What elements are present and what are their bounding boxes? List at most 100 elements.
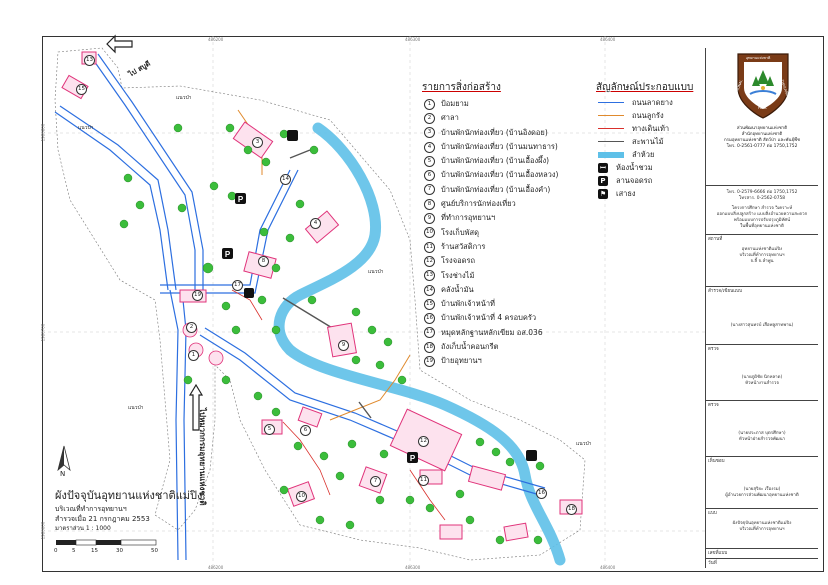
approve-section: เห็นชอบ (นายสุริยะ เรืองรม) ผู้อำนวยการส… (706, 456, 818, 509)
scale-tick: 30 (116, 548, 123, 554)
toilet-icon: ꟷ (598, 162, 608, 173)
facility-number: 6 (424, 170, 435, 182)
survey-date: สำรวจเมื่อ 21 กรกฎาคม 2553 (55, 515, 150, 523)
facility-number: 12 (424, 255, 435, 267)
facility-row: 8 ศูนย์บริการนักท่องเที่ยว (424, 197, 558, 211)
facility-number: 13 (424, 270, 435, 282)
north-letter: N (60, 470, 66, 478)
facility-number: 7 (424, 184, 435, 196)
north-arrow (57, 445, 71, 472)
facility-number: 11 (424, 241, 435, 253)
map-marker-3[interactable]: 3 (252, 137, 263, 148)
national-park-logo: อุทยานแห่งชาติ NATIONAL THAILAND PARK (732, 48, 794, 120)
facility-name: ป้อมยาม (441, 99, 469, 108)
facility-row: 12 โรงจอดรถ (424, 254, 558, 268)
facility-name: บ้านพักนักท่องเที่ยว (บ้านเอื้องคำ) (441, 184, 551, 194)
symbols-title: สัญลักษณ์ประกอบแบบ (596, 82, 694, 93)
facility-name: บ้านพักนักท่องเที่ยว (บ้านเอื้องผึ้ง) (441, 156, 550, 166)
footpaths (231, 289, 446, 521)
date-section: วันที่ (706, 558, 818, 569)
facility-name: ที่ทำการอุทยานฯ (441, 213, 496, 223)
symbol-row-footpath: ทางเดินเท้า (598, 122, 673, 135)
symbol-row-flag: ⚑ เสาธง (598, 188, 636, 199)
facility-number: 8 (424, 198, 435, 210)
symbol-row-parking: P ลานจอดรถ (598, 174, 673, 187)
scale-text: มาตราส่วน 1 : 1000 (55, 525, 111, 532)
map-marker-13[interactable]: 13 (84, 55, 95, 66)
facility-name: โรงช่างไม้ (441, 270, 475, 280)
facility-row: 11 ร้านสวัสดิการ (424, 240, 558, 254)
map-marker-9[interactable]: 9 (338, 340, 349, 351)
facility-number: 5 (424, 155, 435, 167)
facility-name: คลังน้ำมัน (441, 284, 474, 294)
facilities-list: 1 ป้อมยาม 2 ศาลา 3 บ้านพักนักท่องเที่ยว (บ้… (424, 97, 558, 369)
symbol-row-stream: ลำห้วย (598, 148, 673, 161)
map-marker-17[interactable]: 17 (232, 280, 243, 291)
facility-row: 6 บ้านพักนักท่องเที่ยว (บ้านเอื้องหลวง) (424, 168, 558, 182)
facility-number: 16 (424, 313, 435, 325)
facility-name: ถังเก็บน้ำคอนกรีต (441, 342, 499, 352)
map-marker-15[interactable]: 15 (76, 84, 87, 95)
map-marker-18[interactable]: 18 (566, 504, 577, 515)
facility-name: ศูนย์บริการนักท่องเที่ยว (441, 199, 516, 209)
map-marker-6[interactable]: 6 (300, 425, 311, 436)
map-marker-16[interactable]: 16 (536, 488, 547, 499)
facility-name: หมุดหลักฐานหลักเขียม อส.036 (441, 327, 543, 337)
facility-number: 3 (424, 127, 435, 139)
title-block: ผังปัจจุบันอุทยานแห่งชาติแม่ปิง บริเวณที… (55, 486, 202, 534)
facility-row: 19 ป้ายอุทยานฯ (424, 354, 558, 368)
scale-tick: 5 (72, 548, 76, 554)
facility-row: 5 บ้านพักนักท่องเที่ยว (บ้านเอื้องผึ้ง) (424, 154, 558, 168)
map-marker-12[interactable]: 12 (418, 436, 429, 447)
title-panel: อุทยานแห่งชาติ NATIONAL THAILAND PARK ส่… (705, 48, 818, 568)
facility-row: 4 บ้านพักนักท่องเที่ยว (บ้านมนทาธาร) (424, 140, 558, 154)
facility-row: 7 บ้านพักนักท่องเที่ยว (บ้านเอื้องคำ) (424, 183, 558, 197)
scale-tick: 15 (91, 548, 98, 554)
map-marker-4[interactable]: 4 (310, 218, 321, 229)
facility-number: 4 (424, 141, 435, 153)
forest-label-1: แนวป่า (176, 95, 192, 101)
map-marker-7[interactable]: 7 (370, 476, 381, 487)
map-marker-8[interactable]: 8 (258, 256, 269, 267)
facility-number: 19 (424, 355, 435, 367)
map-marker-5[interactable]: 5 (264, 424, 275, 435)
symbol-row-toilet: ꟷ ห้องน้ำชวม (598, 161, 673, 174)
project-section: โครงการศึกษา สำรวจ วิเคราะห์ ออกแบบสิ่งป… (716, 206, 808, 229)
symbol-row-dirt: ถนนลูกรัง (598, 109, 673, 122)
map-marker-11[interactable]: 11 (418, 475, 429, 486)
facility-row: 10 โรงเก็บพัสดุ (424, 226, 558, 240)
scale-bar (56, 539, 157, 546)
map-marker-14[interactable]: 14 (280, 174, 291, 185)
facility-name: บ้านพักนักท่องเที่ยว (บ้านมนทาธาร) (441, 141, 558, 151)
symbols-list: ถนนลาดยาง ถนนลูกรัง ทางเดินเท้า สะพานไม้… (598, 96, 673, 200)
facility-number: 9 (424, 213, 435, 225)
facility-row: 1 ป้อมยาม (424, 97, 558, 111)
facility-row: 14 คลังน้ำมัน (424, 283, 558, 297)
facility-name: โรงจอดรถ (441, 256, 476, 266)
parking-icon: P (598, 175, 608, 186)
logo-bottom-text: PARK (758, 106, 767, 110)
facility-name: บ้านพักเจ้าหน้าที่ (441, 299, 495, 309)
map-marker-2[interactable]: 2 (186, 322, 197, 333)
logo-top-text: อุทยานแห่งชาติ (746, 56, 771, 60)
map-marker-1[interactable]: 1 (188, 350, 199, 361)
map-marker-10[interactable]: 10 (296, 491, 307, 502)
forest-label-2: แนวป่า (78, 125, 94, 131)
survey-section: สำรวจ/เขียนแบบ (นางสาวสุนทรบ์ เสือพลูสาท… (706, 286, 818, 341)
flag-icon: ⚑ (598, 188, 608, 199)
facility-number: 18 (424, 341, 435, 353)
facility-number: 17 (424, 327, 435, 339)
facility-row: 2 ศาลา (424, 111, 558, 125)
facility-name: ศาลา (441, 113, 459, 123)
facility-name: โรงเก็บพัสดุ (441, 227, 479, 237)
map-marker-19[interactable]: 19 (192, 290, 203, 301)
facility-name: ร้านสวัสดิการ (441, 241, 486, 251)
facility-name: บ้านพักนักท่องเที่ยว (บ้านเอื้องหลวง) (441, 170, 559, 180)
facility-number: 15 (424, 298, 435, 310)
facility-row: 15 บ้านพักเจ้าหน้าที่ (424, 297, 558, 311)
map-title: ผังปัจจุบันอุทยานแห่งชาติแม่ปิง (55, 489, 203, 502)
facility-number: 2 (424, 112, 435, 124)
facility-row: 3 บ้านพักนักท่องเที่ยว (บ้านอิงดอย) (424, 126, 558, 140)
facility-name: ป้ายอุทยานฯ (441, 356, 482, 366)
svg-text:P: P (410, 454, 416, 463)
